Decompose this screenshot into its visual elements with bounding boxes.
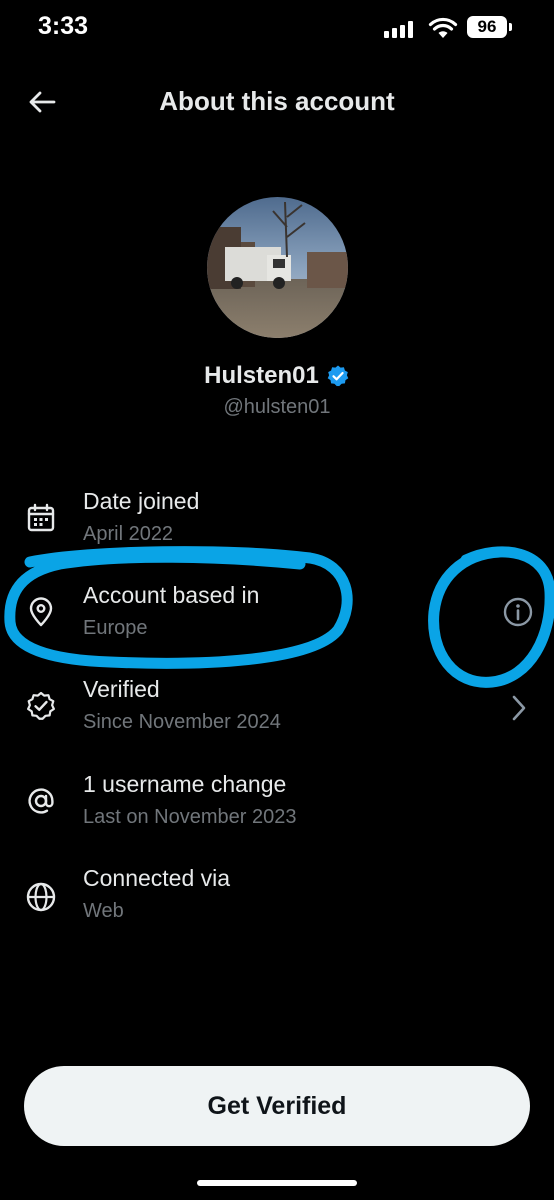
info-row-date-joined: Date joined April 2022 — [0, 488, 554, 568]
row-title: Date joined — [83, 488, 200, 514]
row-title: Account based in — [83, 582, 260, 608]
row-subtitle: Web — [83, 900, 124, 922]
battery-level: 96 — [467, 16, 507, 38]
info-row-account-based-in: Account based in Europe — [0, 582, 554, 662]
home-indicator[interactable] — [197, 1180, 357, 1186]
calendar-icon — [27, 503, 55, 532]
row-subtitle: April 2022 — [83, 523, 174, 545]
info-icon[interactable] — [502, 596, 534, 628]
row-title: Connected via — [83, 865, 231, 891]
row-title: 1 username change — [83, 771, 287, 797]
avatar[interactable] — [207, 197, 348, 338]
verified-badge-icon[interactable] — [326, 364, 350, 388]
row-subtitle: Last on November 2023 — [83, 806, 297, 828]
display-name: Hulsten01 — [204, 362, 319, 389]
row-title: Verified — [83, 676, 160, 702]
info-row-username-change: 1 username change Last on November 2023 — [0, 771, 554, 851]
wifi-icon — [428, 17, 458, 38]
location-pin-icon — [29, 597, 53, 627]
row-subtitle: Europe — [83, 617, 148, 639]
get-verified-button[interactable]: Get Verified — [24, 1066, 530, 1146]
battery-icon — [509, 23, 512, 31]
status-time: 3:33 — [38, 12, 89, 40]
info-row-connected-via: Connected via Web — [0, 865, 554, 945]
verified-check-icon — [27, 691, 55, 720]
chevron-right-icon[interactable] — [508, 694, 530, 722]
display-name-row: Hulsten01 — [0, 362, 554, 390]
info-row-verified[interactable]: Verified Since November 2024 — [0, 676, 554, 756]
back-arrow-icon[interactable] — [26, 86, 58, 118]
at-sign-icon — [28, 788, 54, 814]
row-subtitle: Since November 2024 — [83, 711, 281, 733]
globe-icon — [26, 882, 56, 912]
page-title: About this account — [159, 86, 395, 116]
cellular-signal-icon — [384, 20, 420, 38]
username-handle: @hulsten01 — [223, 396, 331, 418]
